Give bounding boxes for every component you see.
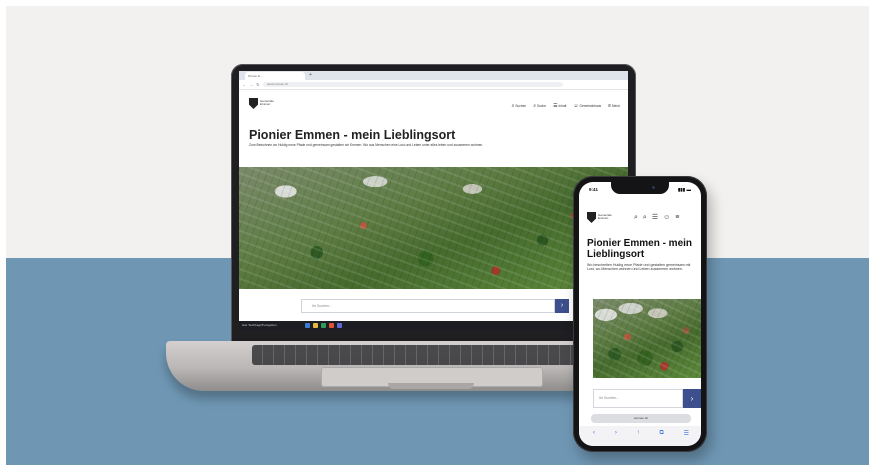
address-bar[interactable]: www.emmen.ch: [263, 82, 563, 87]
coat-of-arms-logo-icon[interactable]: [587, 212, 596, 223]
menu-icon[interactable]: ≡: [675, 214, 679, 222]
phone-toolbar-icons: ‹ › ↑ ⧉ ☰: [593, 430, 689, 437]
site-nav-label: Gemeindehaus: [579, 104, 602, 108]
search-icon[interactable]: ⌕: [634, 214, 638, 222]
app-icon[interactable]: [329, 323, 334, 328]
site-nav-item[interactable]: ≡Menü: [608, 103, 620, 109]
phone-screen: 9:41 ▮▮▮ ▬ Gemeinde Emmen ⌕ ⌕ ☰ ☺ ≡ Pion…: [579, 182, 701, 446]
search-icon: ⌕: [511, 103, 515, 109]
search-input[interactable]: Ihr Suchbe...: [593, 389, 683, 408]
site-nav-item[interactable]: ☺Gemeindehaus: [573, 103, 601, 109]
menu-icon: ≡: [608, 103, 612, 109]
site-nav-item[interactable]: ⌕Suche: [533, 103, 546, 109]
share-icon[interactable]: ↑: [637, 430, 640, 437]
camera-icon: [652, 186, 655, 189]
search-input[interactable]: Ihr Suchen...: [301, 299, 555, 313]
site-nav-label: Inhalt: [558, 104, 567, 108]
page-title: Pionier Emmen - mein Lieblingsort: [587, 238, 693, 260]
new-tab-button[interactable]: +: [309, 71, 312, 80]
phone-url-bar[interactable]: emmen.ch: [591, 414, 691, 423]
site-nav-item[interactable]: ☰Inhalt: [553, 103, 566, 109]
forward-icon[interactable]: ›: [615, 430, 617, 437]
phone-browser-toolbar: ‹ › ↑ ⧉ ☰: [579, 426, 701, 446]
aerial-photo: [593, 299, 701, 378]
windows-icon[interactable]: [305, 323, 310, 328]
browser-tab[interactable]: Pionier E...: [245, 72, 305, 80]
taskbar-search[interactable]: Hier Suchbegriff eingeben: [242, 321, 277, 330]
site-logo-text[interactable]: Gemeinde Emmen: [598, 214, 616, 220]
mail-icon[interactable]: [337, 323, 342, 328]
person-icon[interactable]: ☺: [663, 214, 670, 222]
site-nav-item[interactable]: ⌕Suchen: [512, 103, 527, 109]
page-subtitle: Wo beschreiten Huldig neue Pfade und ges…: [587, 263, 691, 272]
os-taskbar: Hier Suchbegriff eingeben: [239, 321, 628, 330]
browser-icon[interactable]: [321, 323, 326, 328]
laptop-screen: Pionier E... + ← → ↻ www.emmen.ch Gemein…: [239, 71, 628, 330]
document-icon[interactable]: ☰: [652, 214, 658, 222]
bookmarks-icon[interactable]: ☰: [684, 430, 689, 437]
mockup-stage: Pionier E... + ← → ↻ www.emmen.ch Gemein…: [6, 6, 869, 465]
browser-nav-arrows-icon[interactable]: ← → ↻: [242, 81, 261, 88]
search-submit-button[interactable]: ›: [683, 389, 701, 408]
phone-notch: [611, 182, 669, 194]
document-icon: ☰: [553, 103, 558, 109]
page-title: Pionier Emmen - mein Lieblingsort: [249, 128, 456, 142]
laptop-notch: [388, 383, 474, 389]
site-logo-text[interactable]: Gemeinde Emmen: [260, 100, 282, 106]
signal-battery-icon: ▮▮▮ ▬: [677, 187, 691, 192]
site-nav-label: Suche: [537, 104, 547, 108]
site-nav: ⌕Suchen ⌕Suche ☰Inhalt ☺Gemeindehaus ≡Me…: [512, 103, 620, 109]
site-nav-label: Suchen: [515, 104, 527, 108]
taskbar-icons: [305, 323, 342, 328]
browser-tabbar: Pionier E... +: [239, 71, 628, 80]
person-icon: ☺: [573, 103, 579, 109]
search-submit-button[interactable]: ›: [555, 299, 569, 313]
back-icon[interactable]: ‹: [593, 430, 595, 437]
laptop-keyboard: [252, 345, 614, 365]
site-nav-label: Menü: [612, 104, 620, 108]
coat-of-arms-logo-icon[interactable]: [249, 98, 258, 109]
phone-header-icons: ⌕ ⌕ ☰ ☺ ≡: [634, 214, 679, 222]
tabs-icon[interactable]: ⧉: [659, 430, 663, 437]
aerial-photo: [239, 167, 628, 289]
search-icon: ⌕: [533, 103, 537, 109]
folder-icon[interactable]: [313, 323, 318, 328]
magnifier-icon[interactable]: ⌕: [643, 214, 647, 222]
status-time: 9:41: [589, 187, 599, 192]
page-subtitle: Zum Bewohnen wo Huldig neue Pfade und ge…: [249, 143, 484, 147]
browser-toolbar: ← → ↻ www.emmen.ch: [239, 80, 628, 90]
